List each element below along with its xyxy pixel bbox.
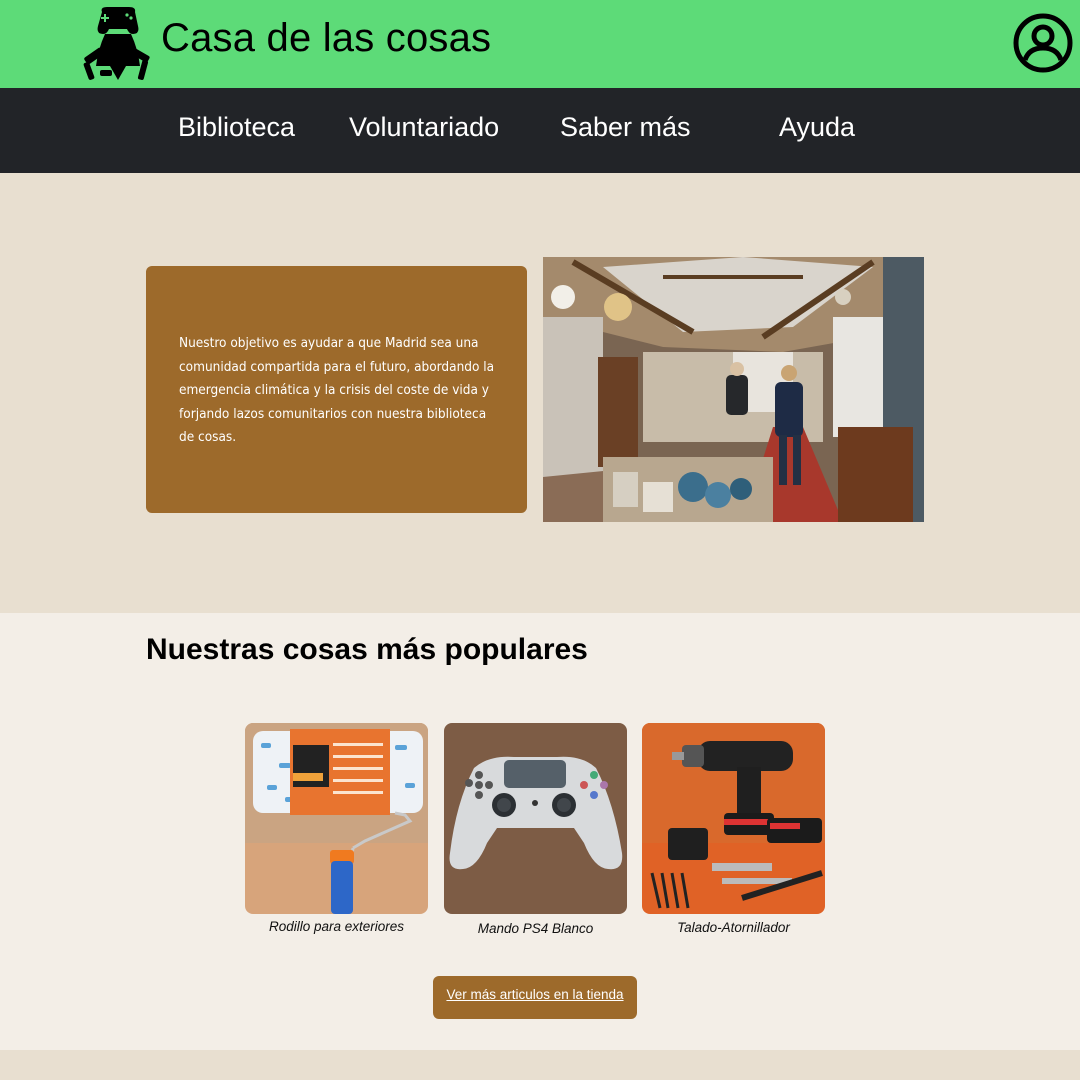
mission-card: Nuestro objetivo es ayudar a que Madrid … — [146, 266, 527, 513]
cordless-drill-photo[interactable] — [642, 723, 825, 914]
nav-item-ayuda[interactable]: Ayuda — [779, 112, 855, 143]
mission-text: Nuestro objetivo es ayudar a que Madrid … — [179, 335, 495, 445]
ps4-controller-photo[interactable] — [444, 723, 627, 914]
product-card[interactable]: Talado-Atornillador — [642, 723, 825, 935]
product-card[interactable]: Mando PS4 Blanco — [444, 723, 627, 936]
product-card[interactable]: Rodillo para exteriores — [245, 723, 428, 934]
main-nav: Biblioteca Voluntariado Saber más Ayuda — [0, 88, 1080, 173]
section-title: Nuestras cosas más populares — [146, 633, 588, 666]
community-shop-interior-photo — [543, 257, 924, 522]
nav-item-biblioteca[interactable]: Biblioteca — [178, 112, 295, 143]
site-header: Casa de las cosas — [0, 0, 1080, 88]
hero-section: Nuestro objetivo es ayudar a que Madrid … — [0, 173, 1080, 613]
user-account-icon[interactable] — [1012, 12, 1074, 74]
gamepad-tools-logo-icon[interactable] — [80, 4, 156, 82]
product-caption: Rodillo para exteriores — [268, 919, 405, 934]
footer-band — [0, 1050, 1080, 1080]
product-caption: Talado-Atornillador — [677, 920, 790, 935]
popular-section: Nuestras cosas más populares Rodillo par… — [0, 613, 1080, 1050]
nav-item-voluntariado[interactable]: Voluntariado — [349, 112, 499, 143]
view-more-shop-button[interactable]: Ver más articulos en la tienda — [433, 976, 637, 1019]
product-caption: Mando PS4 Blanco — [477, 921, 594, 936]
paint-roller-photo[interactable] — [245, 723, 428, 914]
brand-title[interactable]: Casa de las cosas — [161, 16, 491, 61]
nav-item-saber-mas[interactable]: Saber más — [560, 112, 691, 143]
